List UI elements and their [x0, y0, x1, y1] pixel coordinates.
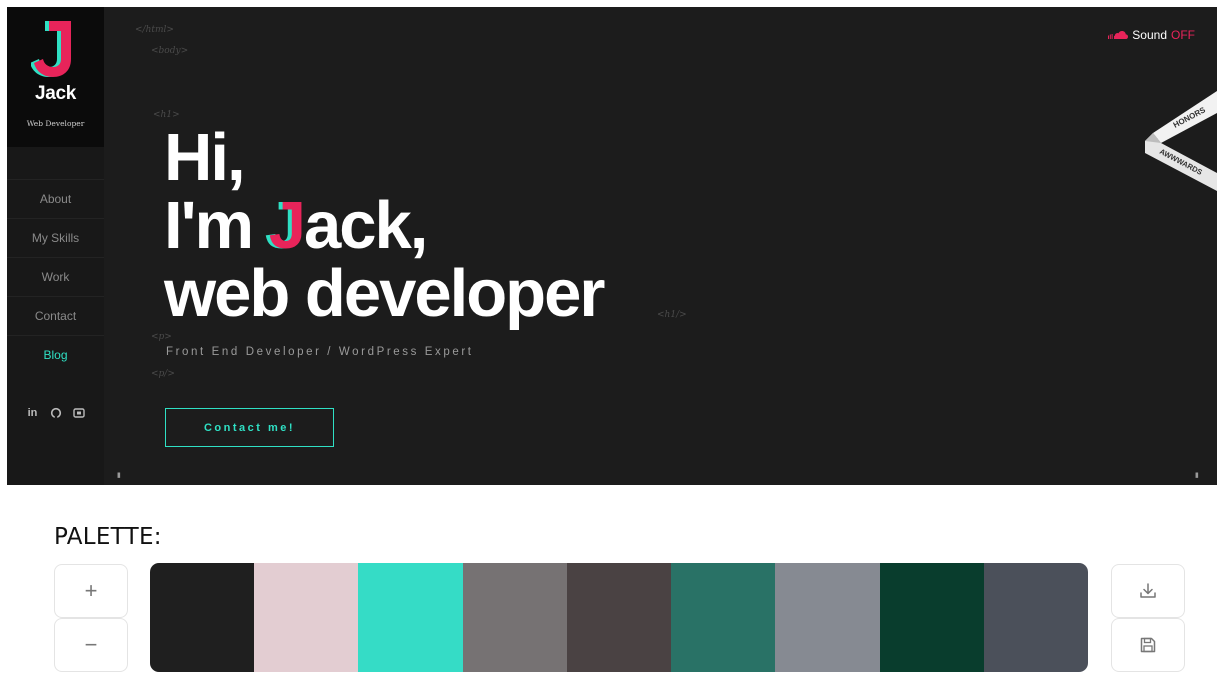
tag-body-open: <body>	[151, 46, 189, 56]
nav-item-my-skills[interactable]: My Skills	[7, 218, 104, 257]
soundcloud-icon	[1108, 31, 1129, 39]
tag-p-open: <p>	[151, 332, 172, 342]
download-icon	[1140, 583, 1156, 598]
color-swatch-1[interactable]	[150, 563, 255, 672]
nav-item-contact[interactable]: Contact	[7, 296, 104, 335]
scroll-marker-left: ▮	[117, 472, 121, 479]
color-swatch-2[interactable]	[254, 563, 359, 672]
hero-line-1: Hi,	[164, 120, 246, 195]
logo-j-icon	[31, 21, 71, 77]
nav-item-work[interactable]: Work	[7, 257, 104, 296]
minus-icon: −	[84, 632, 98, 657]
hero-accent-letter: J	[268, 188, 306, 263]
hero-title: Hi, I'm Jack, web developer	[164, 120, 605, 331]
contact-me-button[interactable]: Contact me!	[165, 408, 334, 447]
save-palette-button[interactable]	[1111, 618, 1185, 672]
plus-icon: +	[84, 578, 98, 603]
website-preview: Jack Web Developer About My Skills Work …	[7, 7, 1217, 485]
tag-p-close: <p/>	[151, 369, 175, 379]
download-palette-button[interactable]	[1111, 564, 1185, 618]
brand-name: Jack	[34, 83, 77, 104]
sound-state: OFF	[1171, 28, 1195, 42]
scroll-marker-right: ▮	[1195, 472, 1199, 479]
hero-line-2: I'm Jack,	[164, 192, 603, 260]
tag-html-close: </html>	[135, 25, 174, 35]
color-swatch-3[interactable]	[358, 563, 463, 672]
youtube-icon[interactable]	[71, 405, 86, 420]
tag-h1-close: <h1/>	[657, 310, 687, 320]
palette-swatches	[150, 563, 1088, 672]
linkedin-icon[interactable]: in	[25, 405, 40, 420]
remove-color-button[interactable]: −	[54, 618, 128, 672]
color-swatch-5[interactable]	[566, 563, 672, 672]
color-swatch-8[interactable]	[879, 563, 984, 672]
github-icon[interactable]	[48, 405, 63, 420]
tag-h1-open: <h1>	[153, 110, 180, 120]
social-links: in	[7, 405, 104, 420]
hero-line-2-prefix: I'm	[164, 188, 269, 263]
color-swatch-7[interactable]	[775, 563, 880, 672]
palette-title: PALETTE:	[54, 524, 162, 550]
sound-label: Sound	[1132, 28, 1167, 42]
awwwards-ribbon[interactable]: HONORS AWWWARDS	[1145, 91, 1217, 191]
brand-role: Web Developer	[26, 119, 85, 128]
brand-block[interactable]: Jack Web Developer	[7, 7, 104, 147]
color-swatch-6[interactable]	[671, 563, 776, 672]
github-glyph	[50, 407, 61, 418]
nav-item-about[interactable]: About	[7, 179, 104, 218]
hero-line-2-suffix: ack,	[304, 188, 428, 263]
nav-item-blog[interactable]: Blog	[7, 335, 104, 374]
save-icon	[1140, 637, 1156, 653]
color-swatch-9[interactable]	[983, 563, 1088, 672]
youtube-glyph	[72, 407, 85, 418]
hero-line-3: web developer	[164, 256, 605, 331]
hero-subtitle: Front End Developer / WordPress Expert	[166, 346, 474, 358]
add-color-button[interactable]: +	[54, 564, 128, 618]
sound-toggle[interactable]: Sound OFF	[1108, 28, 1195, 42]
main-nav: About My Skills Work Contact Blog	[7, 179, 104, 374]
sidebar: Jack Web Developer About My Skills Work …	[7, 7, 104, 485]
color-swatch-4[interactable]	[462, 563, 567, 672]
